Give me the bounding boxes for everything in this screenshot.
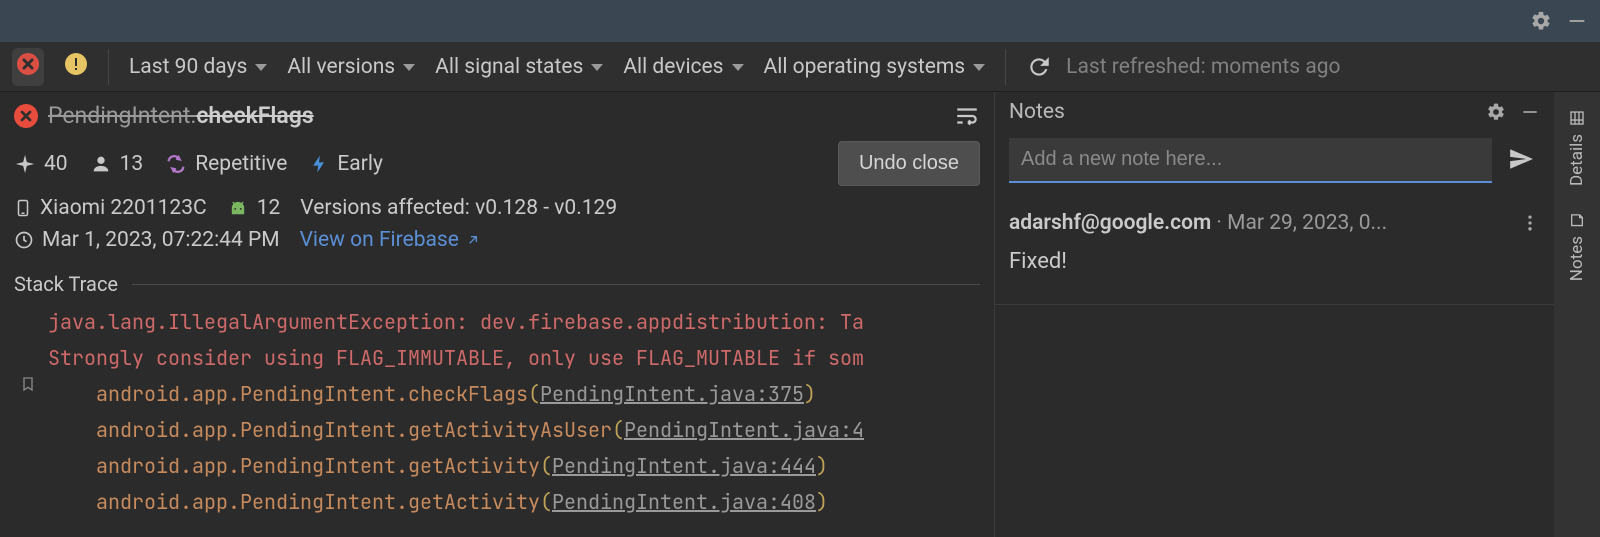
undo-close-button[interactable]: Undo close	[838, 141, 980, 186]
time-meta-row: Mar 1, 2023, 07:22:44 PM View on Firebas…	[0, 224, 994, 256]
divider	[995, 304, 1554, 305]
note-icon	[1569, 210, 1585, 230]
note-meta: adarshf@google.com · Mar 29, 2023, 0...	[1009, 211, 1540, 235]
stack-trace-label: Stack Trace	[14, 272, 118, 296]
note-input[interactable]	[1009, 138, 1492, 183]
chevron-down-icon	[732, 64, 744, 71]
os-label: All operating systems	[764, 55, 966, 79]
issue-title: PendingIntent.checkFlags	[14, 102, 314, 129]
send-note-button[interactable]	[1502, 138, 1540, 183]
date-range-label: Last 90 days	[129, 55, 247, 79]
details-tab-label: Details	[1567, 134, 1587, 186]
repetitive-signal: Repetitive	[165, 152, 287, 176]
early-label: Early	[337, 152, 383, 176]
repetitive-label: Repetitive	[195, 152, 287, 176]
note-entry: adarshf@google.com · Mar 29, 2023, 0... …	[995, 199, 1554, 292]
users-stat: 13	[90, 152, 144, 176]
early-signal: Early	[309, 152, 383, 176]
users-count: 13	[120, 152, 144, 176]
os-filter[interactable]: All operating systems	[764, 55, 986, 79]
stack-frame-1-file[interactable]: PendingIntent.java:375	[540, 381, 804, 407]
versions-filter[interactable]: All versions	[287, 55, 415, 79]
issue-header: PendingIntent.checkFlags	[0, 92, 994, 135]
device-info: Xiaomi 2201123C	[14, 196, 207, 220]
devices-filter[interactable]: All devices	[623, 55, 743, 79]
notes-panel: Notes adarshf@google.com · Mar 29, 2023,…	[994, 92, 1554, 537]
chevron-down-icon	[591, 64, 603, 71]
bookmark-icon[interactable]	[14, 376, 42, 392]
stack-error-line-2: Strongly consider using FLAG_IMMUTABLE, …	[48, 340, 864, 376]
tab-details[interactable]: Details	[1565, 100, 1589, 196]
filter-bar: Last 90 days All versions All signal sta…	[0, 42, 1600, 92]
note-input-row	[995, 132, 1554, 199]
notes-title: Notes	[1009, 100, 1065, 124]
stats-row: 40 13 Repetitive Early Undo close	[0, 135, 994, 192]
minimize-icon[interactable]	[1566, 10, 1588, 32]
side-rail: Details Notes	[1554, 92, 1600, 537]
note-time: Mar 29, 2023, 0...	[1227, 211, 1387, 235]
note-author: adarshf@google.com	[1009, 211, 1211, 235]
android-api-label: 12	[257, 196, 281, 220]
note-menu-icon[interactable]	[1520, 213, 1540, 233]
events-stat: 40	[14, 152, 68, 176]
versions-affected: Versions affected: v0.128 - v0.129	[300, 196, 617, 220]
signal-states-filter[interactable]: All signal states	[435, 55, 603, 79]
chevron-down-icon	[973, 64, 985, 71]
separator	[108, 49, 109, 85]
stack-frame-4-method: android.app.PendingIntent.getActivity	[96, 489, 540, 515]
android-api: 12	[227, 196, 281, 220]
refresh-button[interactable]	[1026, 54, 1052, 80]
view-on-firebase-link[interactable]: View on Firebase	[300, 228, 481, 252]
divider	[132, 284, 980, 285]
stack-frame-4-file[interactable]: PendingIntent.java:408	[552, 489, 816, 515]
issue-class-method: checkFlags	[196, 102, 313, 129]
soft-wrap-icon[interactable]	[954, 103, 980, 129]
gear-icon[interactable]	[1530, 10, 1552, 32]
notes-minimize-icon[interactable]	[1520, 102, 1540, 122]
chevron-down-icon	[403, 64, 415, 71]
stack-trace-header: Stack Trace	[0, 256, 994, 304]
issue-panel: PendingIntent.checkFlags 40 13 Repetitiv…	[0, 92, 994, 537]
stack-trace: java.lang.IllegalArgumentException: dev.…	[0, 304, 994, 520]
signal-states-label: All signal states	[435, 55, 583, 79]
table-icon	[1569, 108, 1585, 128]
nonfatal-filter-badge[interactable]	[64, 52, 88, 82]
date-range-filter[interactable]: Last 90 days	[129, 55, 267, 79]
notes-gear-icon[interactable]	[1486, 102, 1506, 122]
stack-frame-3-file[interactable]: PendingIntent.java:444	[552, 453, 816, 479]
note-body: Fixed!	[1009, 249, 1540, 274]
stack-frame-1-method: android.app.PendingIntent.checkFlags	[96, 381, 528, 407]
timestamp-label: Mar 1, 2023, 07:22:44 PM	[42, 228, 280, 252]
separator	[1005, 49, 1006, 85]
note-sep: ·	[1211, 211, 1227, 235]
versions-label: All versions	[287, 55, 395, 79]
timestamp: Mar 1, 2023, 07:22:44 PM	[14, 228, 280, 252]
stack-frame-2-method: android.app.PendingIntent.getActivityAsU…	[96, 417, 612, 443]
devices-label: All devices	[623, 55, 723, 79]
error-icon	[14, 104, 38, 128]
device-name: Xiaomi 2201123C	[40, 196, 207, 220]
title-bar	[0, 0, 1600, 42]
stack-error-line-1: java.lang.IllegalArgumentException: dev.…	[48, 304, 864, 340]
notes-tab-label: Notes	[1567, 236, 1587, 281]
issue-class-prefix: PendingIntent.	[48, 102, 196, 129]
stack-frame-3-method: android.app.PendingIntent.getActivity	[96, 453, 540, 479]
firebase-link-label: View on Firebase	[300, 228, 459, 252]
last-refreshed-label: Last refreshed: moments ago	[1066, 55, 1340, 79]
fatal-filter-badge[interactable]	[12, 48, 44, 86]
chevron-down-icon	[255, 64, 267, 71]
events-count: 40	[44, 152, 68, 176]
tab-notes[interactable]: Notes	[1565, 202, 1589, 291]
notes-header: Notes	[995, 92, 1554, 132]
main-area: PendingIntent.checkFlags 40 13 Repetitiv…	[0, 92, 1600, 537]
stack-frame-2-file[interactable]: PendingIntent.java:4	[624, 417, 864, 443]
device-meta-row: Xiaomi 2201123C 12 Versions affected: v0…	[0, 192, 994, 224]
